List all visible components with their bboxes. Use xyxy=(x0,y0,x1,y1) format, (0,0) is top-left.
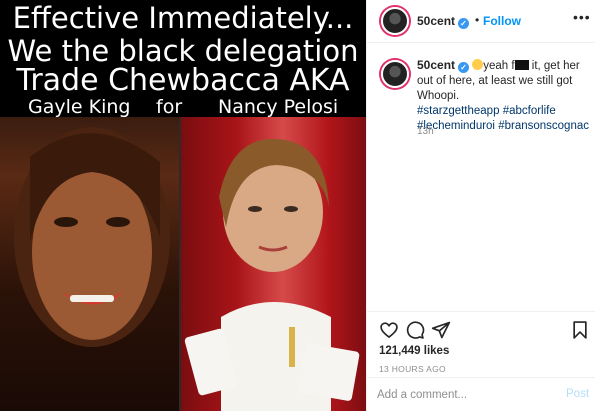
verified-badge-icon: ✓ xyxy=(458,18,470,29)
hashtag-link[interactable]: #bransonscognac xyxy=(498,120,589,132)
meme-caption-for: for xyxy=(156,96,183,118)
redacted-word xyxy=(514,60,529,70)
header-separator: • xyxy=(475,13,480,27)
caption-username[interactable]: 50cent ✓ xyxy=(417,58,470,73)
comment-icon-graphic xyxy=(406,321,425,339)
follow-button[interactable]: Follow xyxy=(483,14,521,28)
portrait-left-illustration xyxy=(14,127,170,347)
meme-caption-name-right: Nancy Pelosi xyxy=(218,96,339,118)
hashtag-link[interactable]: #abcforlife xyxy=(503,105,556,117)
add-comment-input[interactable] xyxy=(377,387,552,403)
comment-icon[interactable] xyxy=(405,320,425,340)
caption-avatar[interactable] xyxy=(381,60,409,88)
share-icon[interactable] xyxy=(431,320,451,340)
photo-right-portrait xyxy=(181,117,366,411)
add-comment-bar: Post xyxy=(367,377,595,411)
meme-caption-line-3: Trade Chewbacca AKA xyxy=(16,63,350,98)
verified-badge-icon: ✓ xyxy=(458,62,470,73)
caption-username-text[interactable]: 50cent xyxy=(417,58,455,72)
meme-caption: Effective Immediately... We the black de… xyxy=(0,0,366,118)
header-username-text[interactable]: 50cent xyxy=(417,14,455,28)
save-icon[interactable] xyxy=(570,320,590,340)
heart-icon[interactable] xyxy=(379,320,399,340)
post-image: Effective Immediately... We the black de… xyxy=(0,0,366,411)
more-options-icon[interactable]: ••• xyxy=(573,9,591,25)
meme-caption-line-1: Effective Immediately... xyxy=(12,1,354,35)
photo-left-portrait xyxy=(0,117,181,411)
meme-caption-line-2: We the black delegation xyxy=(7,34,359,68)
avatar[interactable] xyxy=(381,7,409,35)
likes-count[interactable]: 121,449 likes xyxy=(379,345,449,357)
portrait-right-illustration xyxy=(184,138,360,411)
header-username[interactable]: 50cent ✓ xyxy=(417,14,470,29)
post-comment-button[interactable]: Post xyxy=(566,388,589,400)
hashtag-link[interactable]: #starzgettheapp xyxy=(417,105,499,117)
caption-text-part1: yeah f xyxy=(483,60,515,72)
post-side-panel: 50cent ✓ • Follow ••• 50cent ✓ yeah f it, … xyxy=(366,0,595,411)
caption-text: 50cent ✓ yeah f it, get her out of here, … xyxy=(417,58,589,134)
heart-icon-graphic xyxy=(380,322,398,339)
meme-caption-name-left: Gayle King xyxy=(28,96,131,118)
post-timestamp[interactable]: 13 HOURS AGO xyxy=(379,364,446,374)
caption-time-ago[interactable]: 13h xyxy=(417,126,434,137)
share-icon-graphic xyxy=(431,321,451,339)
post-header: 50cent ✓ • Follow ••• xyxy=(367,0,595,43)
emoji-icon xyxy=(472,59,484,70)
save-icon-graphic xyxy=(573,321,587,339)
